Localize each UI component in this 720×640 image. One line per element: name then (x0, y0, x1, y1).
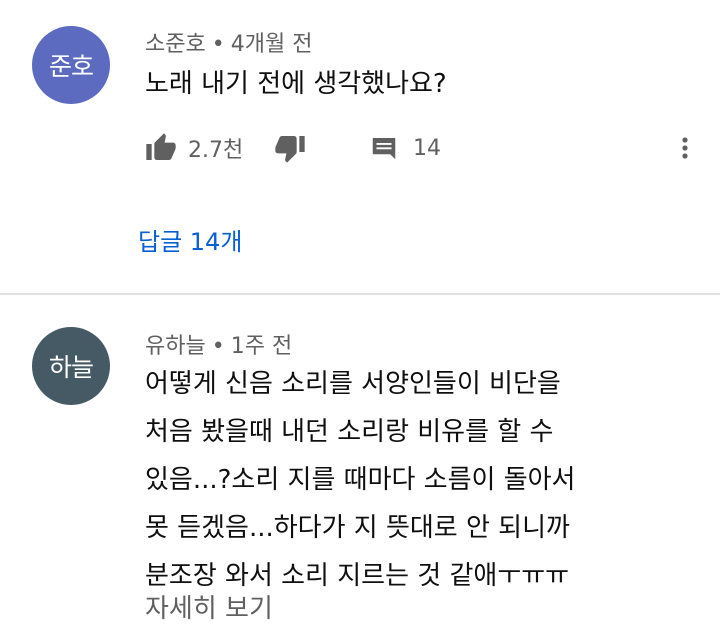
author-name[interactable]: 소준호 (145, 32, 206, 57)
meta-separator: • (211, 32, 225, 57)
comment-meta: 유하늘 • 1주 전 (145, 328, 292, 360)
comment-text-line: 못 듣겠음...하다가 지 뜻대로 안 되니까 (145, 513, 570, 543)
comment-text-line: 노래 내기 전에 생각했나요? (145, 69, 447, 99)
author-name[interactable]: 유하늘 (145, 334, 206, 359)
comment-actions: 2.7천 14 (145, 130, 705, 166)
comment-text: 노래 내기 전에 생각했나요? (145, 60, 447, 108)
comment-text: 어떻게 신음 소리를 서양인들이 비단을 처음 봤을때 내던 소리랑 비유를 할… (145, 360, 575, 600)
comment-text-line: 어떻게 신음 소리를 서양인들이 비단을 (145, 369, 561, 399)
view-replies-link[interactable]: 답글 14개 (138, 222, 242, 257)
comment-1: 준호 소준호 • 4개월 전 노래 내기 전에 생각했나요? 2.7천 14 답글 … (0, 0, 720, 292)
meta-separator: • (211, 334, 225, 359)
comment-text-line: 있음...?소리 지를 때마다 소름이 돌아서 (145, 465, 576, 495)
avatar[interactable]: 하늘 (32, 327, 110, 405)
reply-count: 14 (413, 135, 441, 161)
comment-text-line: 처음 봤을때 내던 소리랑 비유를 할 수 (145, 417, 554, 447)
like-count: 2.7천 (188, 138, 244, 163)
comment-time[interactable]: 1주 전 (231, 334, 292, 359)
reply-icon[interactable] (369, 130, 399, 166)
avatar[interactable]: 준호 (32, 26, 110, 104)
comment-meta: 소준호 • 4개월 전 (145, 26, 312, 58)
read-more-link[interactable]: 자세히 보기 (145, 588, 273, 625)
divider (0, 293, 720, 295)
comment-time[interactable]: 4개월 전 (231, 32, 313, 57)
thumb-up-icon[interactable] (145, 130, 177, 166)
more-vert-icon[interactable] (673, 130, 697, 166)
thumb-down-icon[interactable] (274, 130, 306, 166)
